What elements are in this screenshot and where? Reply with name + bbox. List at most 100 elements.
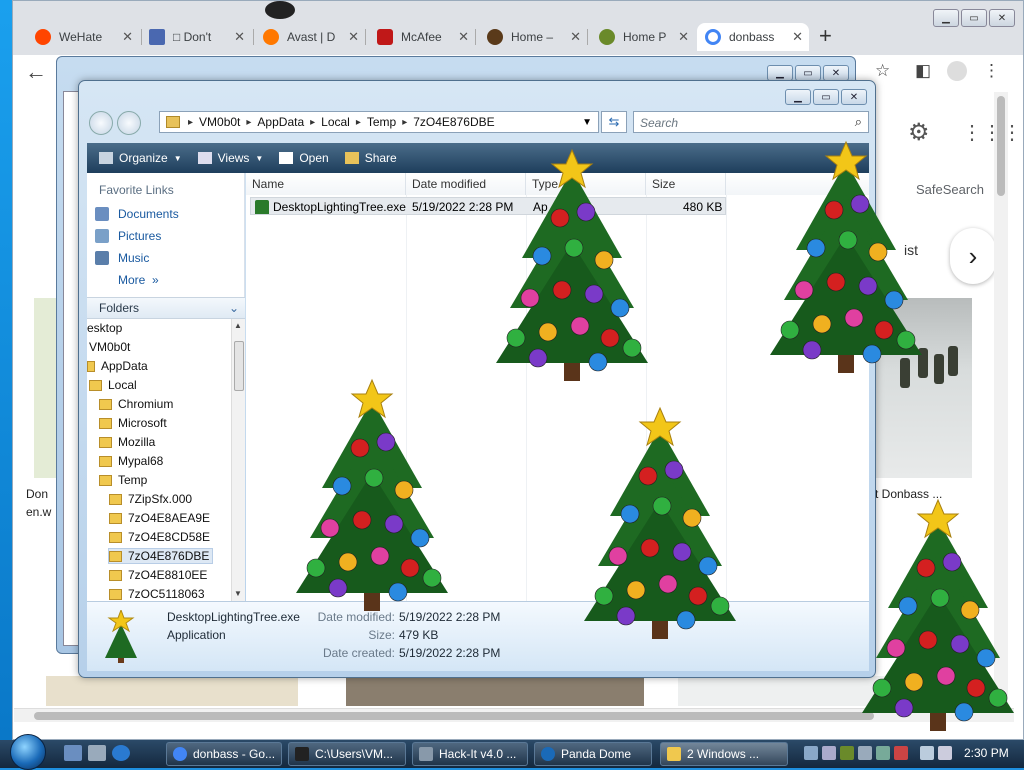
result-caption[interactable]: Don [26, 487, 48, 501]
christmas-tree-overlay[interactable] [756, 140, 936, 390]
breadcrumb-item[interactable]: 7zO4E876DBE [413, 115, 494, 129]
tree-item[interactable]: Mypal68 [99, 454, 163, 468]
scroll-thumb[interactable] [234, 341, 244, 391]
organize-button[interactable]: Organize ▼ [99, 151, 182, 165]
tree-item[interactable]: Microsoft [99, 416, 167, 430]
tray-icon[interactable] [894, 746, 908, 760]
maximize-button[interactable]: ▭ [795, 65, 821, 81]
profile-avatar-icon[interactable] [947, 61, 967, 81]
scroll-down-icon[interactable]: ▼ [234, 589, 242, 598]
tray-icon[interactable] [858, 746, 872, 760]
tab-donbass[interactable]: donbass ✕ [697, 23, 809, 51]
favorite-documents[interactable]: Documents [95, 207, 179, 221]
chevron-right-icon[interactable]: › [950, 228, 996, 284]
scroll-thumb[interactable] [34, 712, 874, 720]
close-button[interactable]: ✕ [841, 89, 867, 105]
refresh-icon[interactable]: ⇆ [601, 111, 627, 133]
tab-avast[interactable]: Avast | D ✕ [255, 23, 365, 51]
sidebar-icon[interactable]: ◧ [915, 61, 931, 81]
chevron-down-icon[interactable]: ⌄ [229, 301, 239, 315]
star-icon[interactable]: ☆ [875, 61, 890, 81]
tree-item[interactable]: Mozilla [99, 435, 155, 449]
favorite-music[interactable]: Music [95, 251, 149, 265]
tree-item[interactable]: esktop [87, 321, 122, 335]
volume-muted-icon[interactable] [938, 746, 952, 760]
tray-icon[interactable] [822, 746, 836, 760]
close-icon[interactable]: ✕ [122, 29, 133, 45]
address-bar[interactable]: ▸ VM0b0t ▸ AppData ▸ Local ▸ Temp ▸ 7zO4… [159, 111, 599, 133]
result-image-ruins[interactable] [346, 676, 644, 706]
result-source[interactable]: en.w [26, 505, 51, 519]
clock[interactable]: 2:30 PM [964, 746, 1009, 760]
close-icon[interactable]: ✕ [792, 29, 803, 45]
minimize-button[interactable]: ▁ [767, 65, 793, 81]
maximize-button[interactable]: ▭ [813, 89, 839, 105]
back-button[interactable] [89, 111, 113, 135]
breadcrumb-item[interactable]: Temp [367, 115, 396, 129]
tree-item[interactable]: AppData [87, 359, 148, 373]
close-icon[interactable]: ✕ [678, 29, 689, 45]
tree-item[interactable]: 7zO4E8CD58E [109, 530, 210, 544]
tray-icon[interactable] [876, 746, 890, 760]
tree-item[interactable]: 7zO4E8810EE [109, 568, 207, 582]
column-header-name[interactable]: Name [246, 173, 406, 195]
new-tab-button[interactable]: + [819, 23, 832, 49]
tray-icon[interactable] [840, 746, 854, 760]
close-button[interactable]: ✕ [823, 65, 849, 81]
taskbar-button[interactable]: donbass - Go... [166, 742, 282, 766]
christmas-tree-overlay[interactable] [282, 378, 462, 628]
menu-kebab-icon[interactable]: ⋮ [983, 61, 1000, 81]
tab-home[interactable]: Home – ✕ [479, 23, 587, 51]
tree-scrollbar[interactable]: ▲ ▼ [231, 319, 245, 601]
christmas-tree-overlay[interactable] [848, 498, 1024, 748]
chevron-down-icon[interactable]: ▼ [582, 117, 592, 128]
taskbar-button[interactable]: Hack-It v4.0 ... [412, 742, 528, 766]
tree-item[interactable]: Chromium [99, 397, 173, 411]
search-input[interactable]: Search ⌕ [633, 111, 869, 133]
tab-wehate[interactable]: WeHate ✕ [27, 23, 139, 51]
views-button[interactable]: Views ▼ [197, 151, 263, 165]
close-icon[interactable]: ✕ [234, 29, 245, 45]
christmas-tree-overlay[interactable] [570, 406, 750, 656]
breadcrumb-item[interactable]: AppData [257, 115, 304, 129]
network-icon[interactable] [920, 746, 934, 760]
search-icon[interactable]: ⌕ [855, 114, 862, 130]
taskbar-button[interactable]: C:\Users\VM... [288, 742, 406, 766]
tree-item[interactable]: Local [89, 378, 137, 392]
tab-home-panda[interactable]: Home P ✕ [591, 23, 695, 51]
favorite-more[interactable]: More » [118, 273, 159, 287]
show-desktop-icon[interactable] [64, 745, 82, 761]
tab-mcafee[interactable]: McAfee ✕ [369, 23, 475, 51]
close-button[interactable]: ✕ [989, 9, 1015, 27]
back-arrow-icon[interactable]: ← [25, 59, 47, 85]
close-icon[interactable]: ✕ [570, 29, 581, 45]
taskbar-button-active[interactable]: 2 Windows ... [660, 742, 788, 766]
minimize-button[interactable]: ▁ [785, 89, 811, 105]
forward-button[interactable] [117, 111, 141, 135]
close-icon[interactable]: ✕ [458, 29, 469, 45]
tree-item[interactable]: 7zO4E8AEA9E [109, 511, 210, 525]
maximize-button[interactable]: ▭ [961, 9, 987, 27]
tree-item-selected[interactable]: 7zO4E876DBE [108, 548, 214, 564]
tree-item[interactable]: Temp [99, 473, 147, 487]
open-button[interactable]: Open [279, 151, 329, 165]
scroll-thumb[interactable] [997, 96, 1005, 196]
folders-header[interactable]: Folders ⌄ [87, 297, 245, 319]
breadcrumb-item[interactable]: VM0b0t [199, 115, 240, 129]
tree-item[interactable]: 7zOC5118063 [109, 587, 205, 601]
share-button[interactable]: Share [344, 151, 397, 165]
tab-dont[interactable]: □ Don't ✕ [141, 23, 251, 51]
switch-windows-icon[interactable] [88, 745, 106, 761]
breadcrumb-item[interactable]: Local [321, 115, 350, 129]
taskbar-button[interactable]: Panda Dome [534, 742, 652, 766]
tab-avatar[interactable] [257, 1, 295, 19]
tree-item[interactable]: VM0b0t [89, 340, 130, 354]
tree-item[interactable]: 7ZipSfx.000 [109, 492, 192, 506]
favorite-pictures[interactable]: Pictures [95, 229, 161, 243]
close-icon[interactable]: ✕ [348, 29, 359, 45]
tray-icon[interactable] [804, 746, 818, 760]
scroll-up-icon[interactable]: ▲ [234, 321, 242, 330]
result-image-map2[interactable] [46, 676, 298, 706]
apps-grid-icon[interactable]: ⋮⋮⋮ [962, 120, 1022, 145]
start-button[interactable] [10, 734, 46, 770]
